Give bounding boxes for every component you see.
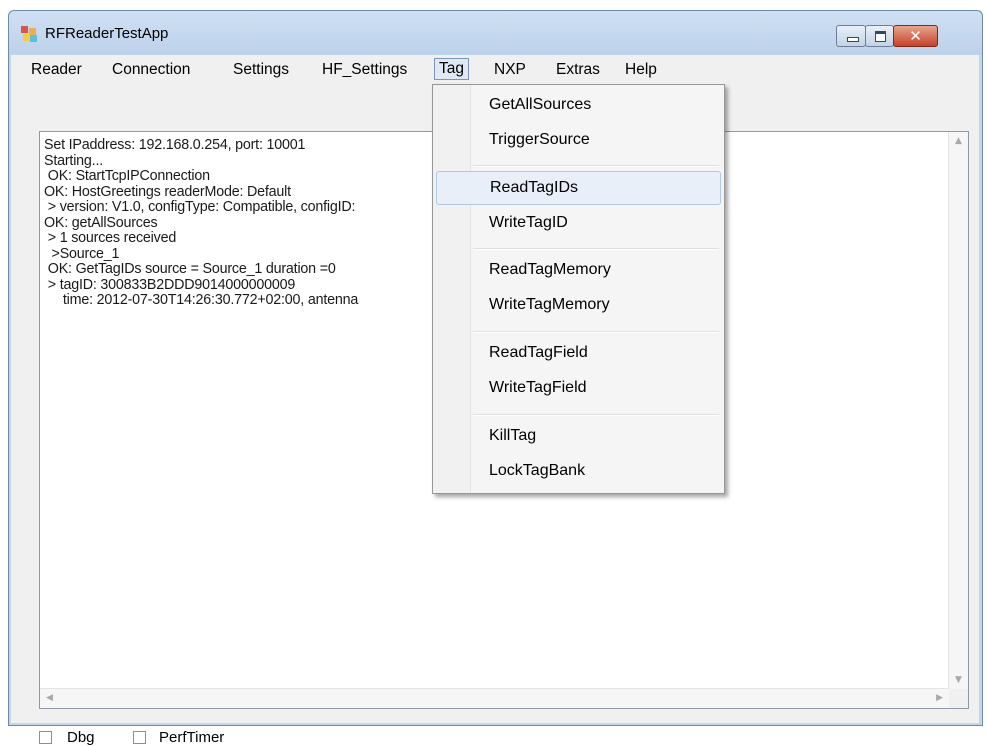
maximize-icon bbox=[875, 31, 886, 42]
close-button[interactable]: ✕ bbox=[893, 25, 938, 47]
menu-item-killtag[interactable]: KillTag bbox=[436, 420, 721, 454]
minimize-button[interactable] bbox=[836, 25, 866, 47]
menu-hf-settings[interactable]: HF_Settings bbox=[318, 59, 411, 81]
menu-nxp[interactable]: NXP bbox=[490, 59, 530, 81]
menu-extras[interactable]: Extras bbox=[552, 59, 604, 81]
vertical-scrollbar[interactable]: ▲ ▼ bbox=[948, 132, 968, 689]
close-icon: ✕ bbox=[909, 27, 922, 45]
menu-settings[interactable]: Settings bbox=[229, 59, 293, 81]
window-title: RFReaderTestApp bbox=[45, 25, 169, 42]
menu-item-readtagfield[interactable]: ReadTagField bbox=[436, 337, 721, 371]
perftimer-label: PerfTimer bbox=[159, 729, 225, 746]
menu-item-readtagmemory[interactable]: ReadTagMemory bbox=[436, 254, 721, 288]
horizontal-scrollbar[interactable]: ◀ ▶ bbox=[40, 688, 949, 708]
scroll-up-icon[interactable]: ▲ bbox=[955, 136, 962, 146]
title-bar[interactable]: RFReaderTestApp ✕ bbox=[9, 11, 982, 55]
tag-menu-dropdown: GetAllSources TriggerSource ReadTagIDs W… bbox=[432, 84, 725, 494]
menu-separator bbox=[473, 165, 719, 167]
menu-item-writetagmemory[interactable]: WriteTagMemory bbox=[436, 289, 721, 323]
menu-item-writetagid[interactable]: WriteTagID bbox=[436, 207, 721, 241]
menu-item-getallsources[interactable]: GetAllSources bbox=[436, 89, 721, 123]
menu-item-triggersource[interactable]: TriggerSource bbox=[436, 124, 721, 158]
menu-item-locktagbank[interactable]: LockTagBank bbox=[436, 455, 721, 489]
menu-help[interactable]: Help bbox=[621, 59, 661, 81]
menu-separator bbox=[473, 331, 719, 333]
menu-separator bbox=[473, 414, 719, 416]
minimize-icon bbox=[847, 37, 859, 42]
scrollbar-corner bbox=[949, 689, 968, 708]
scroll-right-icon[interactable]: ▶ bbox=[936, 693, 943, 703]
app-icon bbox=[21, 26, 37, 42]
maximize-button[interactable] bbox=[865, 25, 894, 47]
dbg-label: Dbg bbox=[67, 729, 95, 746]
menu-reader[interactable]: Reader bbox=[27, 59, 86, 81]
menu-item-readtagids[interactable]: ReadTagIDs bbox=[436, 171, 721, 205]
scroll-left-icon[interactable]: ◀ bbox=[46, 693, 53, 703]
menu-separator bbox=[473, 248, 719, 250]
menu-tag[interactable]: Tag bbox=[434, 58, 469, 80]
scroll-down-icon[interactable]: ▼ bbox=[955, 675, 962, 685]
menu-bar: Reader Connection Settings HF_Settings T… bbox=[11, 55, 979, 81]
menu-item-writetagfield[interactable]: WriteTagField bbox=[436, 372, 721, 406]
menu-connection[interactable]: Connection bbox=[108, 59, 194, 81]
